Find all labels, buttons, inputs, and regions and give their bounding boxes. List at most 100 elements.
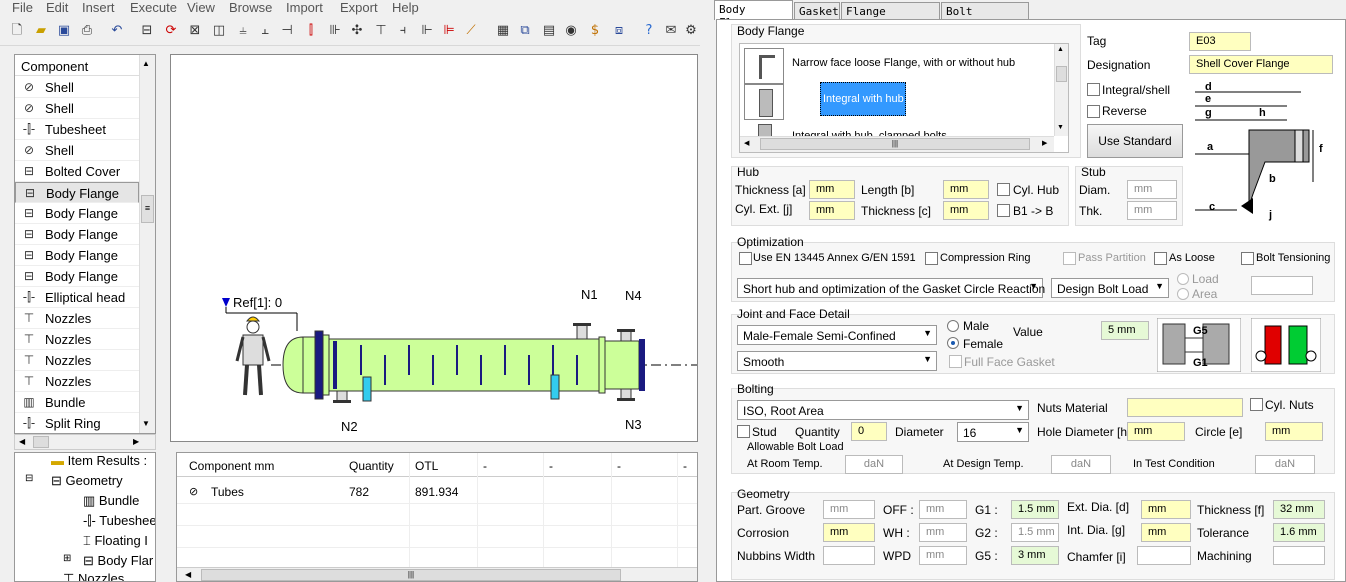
part-groove-field[interactable]: mm bbox=[823, 500, 875, 519]
support-tool-icon[interactable]: ⫨ bbox=[234, 22, 252, 40]
menu-view[interactable]: View bbox=[187, 0, 215, 15]
tag-field[interactable]: E03 bbox=[1189, 32, 1251, 51]
stub-diam-field[interactable]: mm bbox=[1127, 180, 1177, 199]
scroll-right-icon[interactable]: ▶ bbox=[1042, 139, 1047, 147]
circle-field[interactable]: mm bbox=[1265, 422, 1323, 441]
tab-gasket[interactable]: Gasket bbox=[794, 2, 840, 19]
bolt-thread-select[interactable]: ISO, Root Area ▼ bbox=[737, 400, 1029, 420]
thickness-f-field[interactable]: 32 mm bbox=[1273, 500, 1325, 519]
scroll-thumb[interactable]: ≡ bbox=[141, 195, 154, 223]
column-header[interactable]: - bbox=[549, 459, 553, 473]
cover-tool-icon[interactable]: ⊠ bbox=[186, 22, 204, 40]
integral-shell-checkbox[interactable] bbox=[1087, 83, 1100, 96]
thickness-c-field[interactable]: mm bbox=[943, 201, 989, 220]
joint-type-select[interactable]: Male-Female Semi-Confined ▼ bbox=[737, 325, 937, 345]
room-temp-load-field[interactable]: daN bbox=[845, 455, 903, 474]
g2-field[interactable]: 1.5 mm bbox=[1011, 523, 1059, 542]
stud-checkbox[interactable] bbox=[737, 425, 750, 438]
hole-diameter-field[interactable]: mm bbox=[1127, 422, 1185, 441]
flange-type-vscroll[interactable]: ▲ ▼ bbox=[1054, 44, 1068, 136]
use-en-checkbox[interactable] bbox=[739, 252, 752, 265]
nozzle-tool-icon[interactable]: ⫠ bbox=[256, 22, 274, 40]
expansion-tool-icon[interactable]: ⫿ bbox=[302, 22, 320, 40]
designation-field[interactable]: Shell Cover Flange bbox=[1189, 55, 1333, 74]
int-dia-field[interactable]: mm bbox=[1141, 523, 1191, 542]
undo-icon[interactable]: ↶ bbox=[108, 22, 126, 40]
flange-type-option[interactable]: Narrow face loose Flange, with or withou… bbox=[792, 57, 1015, 69]
length-b-field[interactable]: mm bbox=[943, 180, 989, 199]
mail-icon[interactable]: ✉ bbox=[662, 22, 680, 40]
component-list-item[interactable]: -⫿- Split Ring bbox=[15, 413, 139, 433]
machining-field[interactable] bbox=[1273, 546, 1325, 565]
tree-item-results[interactable]: ▬ Item Results : bbox=[51, 453, 147, 468]
scroll-left-icon[interactable]: ◀ bbox=[744, 139, 749, 147]
drawing-tool-icon[interactable]: ⟋ bbox=[462, 22, 480, 40]
settings-gear-icon[interactable]: ⚙ bbox=[682, 22, 700, 40]
column-header[interactable]: - bbox=[617, 459, 621, 473]
cost-icon[interactable]: $ bbox=[586, 22, 604, 40]
tree-tubesheet[interactable]: -⫿- Tubeshee bbox=[83, 513, 155, 529]
component-hscrollbar[interactable]: ◀ ▶ bbox=[14, 434, 156, 450]
column-header[interactable]: - bbox=[483, 459, 487, 473]
flange-type-list[interactable]: Narrow face loose Flange, with or withou… bbox=[739, 43, 1069, 153]
component-list-item[interactable]: ⊟ Body Flange bbox=[15, 203, 139, 224]
menu-browse[interactable]: Browse bbox=[229, 0, 272, 15]
face-finish-select[interactable]: Smooth ▼ bbox=[737, 351, 937, 371]
component-list-item[interactable]: -⫿- Tubesheet bbox=[15, 119, 139, 140]
use-standard-button[interactable]: Use Standard bbox=[1087, 124, 1183, 158]
bolt-tensioning-checkbox[interactable] bbox=[1241, 252, 1254, 265]
cyl-ext-j-field[interactable]: mm bbox=[809, 201, 855, 220]
tab-bolt-material[interactable]: Bolt Material bbox=[941, 2, 1029, 31]
scroll-down-icon[interactable]: ▼ bbox=[142, 419, 150, 428]
test-condition-load-field[interactable]: daN bbox=[1255, 455, 1315, 474]
menu-insert[interactable]: Insert bbox=[82, 0, 115, 15]
export-icon[interactable]: ⧈ bbox=[610, 22, 628, 40]
component-list-item[interactable]: -⫿- Elliptical head bbox=[15, 287, 139, 308]
chamfer-field[interactable] bbox=[1137, 546, 1191, 565]
flange-type-option-selected[interactable]: Integral with hub bbox=[820, 82, 906, 116]
area-radio[interactable] bbox=[1177, 288, 1189, 300]
diameter-select[interactable]: 16 ▼ bbox=[957, 422, 1029, 442]
menu-file[interactable]: File bbox=[12, 0, 33, 15]
print-icon[interactable]: ⎙ bbox=[78, 22, 96, 40]
hscroll-thumb[interactable] bbox=[33, 436, 49, 448]
save-icon[interactable]: ▣ bbox=[55, 22, 73, 40]
scroll-up-icon[interactable]: ▲ bbox=[1057, 46, 1064, 53]
help-icon[interactable]: ? bbox=[640, 22, 658, 40]
component-list-item[interactable]: ⊟ Body Flange bbox=[15, 266, 139, 287]
open-folder-icon[interactable]: ▰ bbox=[32, 22, 50, 40]
scroll-left-icon[interactable]: ◀ bbox=[19, 437, 25, 446]
tree-collapse-icon[interactable]: ⊟ bbox=[25, 473, 33, 484]
flange-tool-icon[interactable]: ⊟ bbox=[138, 22, 156, 40]
scroll-thumb[interactable] bbox=[1056, 66, 1067, 82]
column-header[interactable]: - bbox=[683, 459, 687, 473]
lifting-tool-icon[interactable]: ⫞ bbox=[394, 22, 412, 40]
new-file-icon[interactable]: 🗋 bbox=[8, 22, 26, 40]
menu-edit[interactable]: Edit bbox=[46, 0, 68, 15]
g5-field[interactable]: 3 mm bbox=[1011, 546, 1059, 565]
saddle-tool-icon[interactable]: ⊤ bbox=[372, 22, 390, 40]
reload-icon[interactable]: ⟳ bbox=[162, 22, 180, 40]
report-icon[interactable]: ⧉ bbox=[516, 22, 534, 40]
component-list-item[interactable]: ⊟ Bolted Cover bbox=[15, 161, 139, 182]
menu-export[interactable]: Export bbox=[340, 0, 378, 15]
load-radio[interactable] bbox=[1177, 273, 1189, 285]
component-list-item[interactable]: ⊟ Body Flange bbox=[15, 245, 139, 266]
table-hscrollbar[interactable]: ◀ ||| bbox=[177, 567, 697, 581]
component-list-item[interactable]: ⊘ Shell bbox=[15, 140, 139, 161]
leg-tool-icon[interactable]: ⊩ bbox=[418, 22, 436, 40]
male-radio[interactable] bbox=[947, 320, 959, 332]
b1-b-checkbox[interactable] bbox=[997, 204, 1010, 217]
component-list-item[interactable]: ⊤ Nozzles bbox=[15, 329, 139, 350]
library-icon[interactable]: ▤ bbox=[540, 22, 558, 40]
component-list-item[interactable]: ⊟ Body Flange bbox=[15, 182, 139, 203]
column-header[interactable]: OTL bbox=[415, 459, 438, 473]
quantity-field[interactable]: 0 bbox=[851, 422, 887, 441]
hscroll-thumb[interactable]: ||| bbox=[760, 138, 1030, 150]
wpd-field[interactable]: mm bbox=[919, 546, 967, 565]
cyl-hub-checkbox[interactable] bbox=[997, 183, 1010, 196]
drawing-canvas[interactable]: Ref[1]: 0 N1 N4 N2 N3 bbox=[170, 54, 698, 442]
scroll-left-icon[interactable]: ◀ bbox=[185, 570, 191, 579]
menu-execute[interactable]: Execute bbox=[130, 0, 177, 15]
menu-help[interactable]: Help bbox=[392, 0, 419, 15]
